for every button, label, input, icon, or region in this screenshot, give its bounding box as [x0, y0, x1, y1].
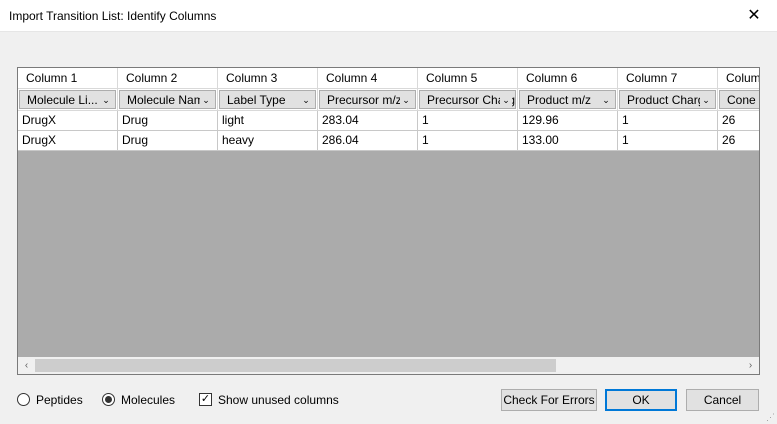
column-title: Column 3 — [218, 68, 318, 89]
column-type-dropdown[interactable]: Cone V — [718, 89, 759, 111]
show-unused-label[interactable]: Show unused columns — [218, 393, 339, 407]
column-type-dropdown[interactable]: Product Charge ⌄ — [618, 89, 718, 111]
column-type-dropdown[interactable]: Precursor Charge ⌄ — [418, 89, 518, 111]
horizontal-scrollbar[interactable]: ‹ › — [18, 357, 759, 374]
chevron-down-icon[interactable]: ⌄ — [400, 91, 412, 108]
title-bar: Import Transition List: Identify Columns… — [0, 0, 777, 32]
column-type-value: Product m/z — [527, 93, 592, 107]
column-title: Column — [718, 68, 759, 89]
table-cell[interactable]: DrugX — [18, 111, 118, 131]
table-cell[interactable]: heavy — [218, 131, 318, 151]
column-type-dropdown[interactable]: Molecule Name ⌄ — [118, 89, 218, 111]
column-type-value: Product Charge — [627, 93, 712, 107]
table-cell[interactable]: 129.96 — [518, 111, 618, 131]
column-type-value: Molecule Li... — [27, 93, 98, 107]
window-title: Import Transition List: Identify Columns — [9, 9, 217, 23]
column-title: Column 5 — [418, 68, 518, 89]
table-cell[interactable]: 286.04 — [318, 131, 418, 151]
table-cell[interactable]: 1 — [418, 111, 518, 131]
table-cell[interactable]: 283.04 — [318, 111, 418, 131]
column-type-value: Label Type — [227, 93, 286, 107]
peptides-radio[interactable] — [17, 393, 30, 406]
column-type-value: Molecule Name — [127, 93, 211, 107]
column-title: Column 1 — [18, 68, 118, 89]
column-type-value: Cone V — [727, 93, 759, 107]
transition-grid[interactable]: Column 1 Column 2 Column 3 Column 4 Colu… — [17, 67, 760, 375]
column-type-dropdown[interactable]: Product m/z ⌄ — [518, 89, 618, 111]
show-unused-checkbox[interactable]: ✓ — [199, 393, 212, 406]
cancel-button[interactable]: Cancel — [686, 389, 759, 411]
molecules-radio[interactable] — [102, 393, 115, 406]
molecules-label[interactable]: Molecules — [121, 393, 175, 407]
table-cell[interactable]: 1 — [618, 131, 718, 151]
chevron-down-icon[interactable]: ⌄ — [600, 91, 612, 108]
column-title: Column 6 — [518, 68, 618, 89]
table-row[interactable]: DrugX Drug light 283.04 1 129.96 1 26 — [18, 111, 759, 131]
scrollbar-thumb[interactable] — [35, 359, 556, 372]
chevron-down-icon[interactable]: ⌄ — [700, 91, 712, 108]
column-type-dropdown[interactable]: Molecule Li... ⌄ — [18, 89, 118, 111]
table-cell[interactable]: Drug — [118, 131, 218, 151]
column-title-row: Column 1 Column 2 Column 3 Column 4 Colu… — [18, 68, 759, 89]
column-title: Column 4 — [318, 68, 418, 89]
column-title: Column 2 — [118, 68, 218, 89]
table-row[interactable]: DrugX Drug heavy 286.04 1 133.00 1 26 — [18, 131, 759, 151]
column-type-dropdown[interactable]: Precursor m/z ⌄ — [318, 89, 418, 111]
table-cell[interactable]: 26 — [718, 131, 759, 151]
chevron-down-icon[interactable]: ⌄ — [100, 91, 112, 108]
chevron-down-icon[interactable]: ⌄ — [200, 91, 212, 108]
check-errors-button[interactable]: Check For Errors — [501, 389, 597, 411]
chevron-left-icon[interactable]: ‹ — [18, 357, 35, 374]
column-type-value: Precursor m/z — [327, 93, 402, 107]
chevron-down-icon[interactable]: ⌄ — [300, 91, 312, 108]
table-cell[interactable]: light — [218, 111, 318, 131]
table-cell[interactable]: DrugX — [18, 131, 118, 151]
resize-grip-icon[interactable]: ⋰ — [766, 413, 775, 422]
close-icon[interactable]: ✕ — [731, 0, 777, 31]
chevron-down-icon[interactable]: ⌄ — [500, 91, 512, 108]
table-cell[interactable]: 1 — [618, 111, 718, 131]
peptides-label[interactable]: Peptides — [36, 393, 83, 407]
dialog-footer: Peptides Molecules ✓ Show unused columns… — [0, 388, 777, 418]
column-title: Column 7 — [618, 68, 718, 89]
table-cell[interactable]: 133.00 — [518, 131, 618, 151]
table-cell[interactable]: Drug — [118, 111, 218, 131]
chevron-right-icon[interactable]: › — [742, 357, 759, 374]
table-cell[interactable]: 26 — [718, 111, 759, 131]
table-cell[interactable]: 1 — [418, 131, 518, 151]
ok-button[interactable]: OK — [605, 389, 677, 411]
column-type-row: Molecule Li... ⌄ Molecule Name ⌄ Label Typ… — [18, 89, 759, 111]
column-type-dropdown[interactable]: Label Type ⌄ — [218, 89, 318, 111]
